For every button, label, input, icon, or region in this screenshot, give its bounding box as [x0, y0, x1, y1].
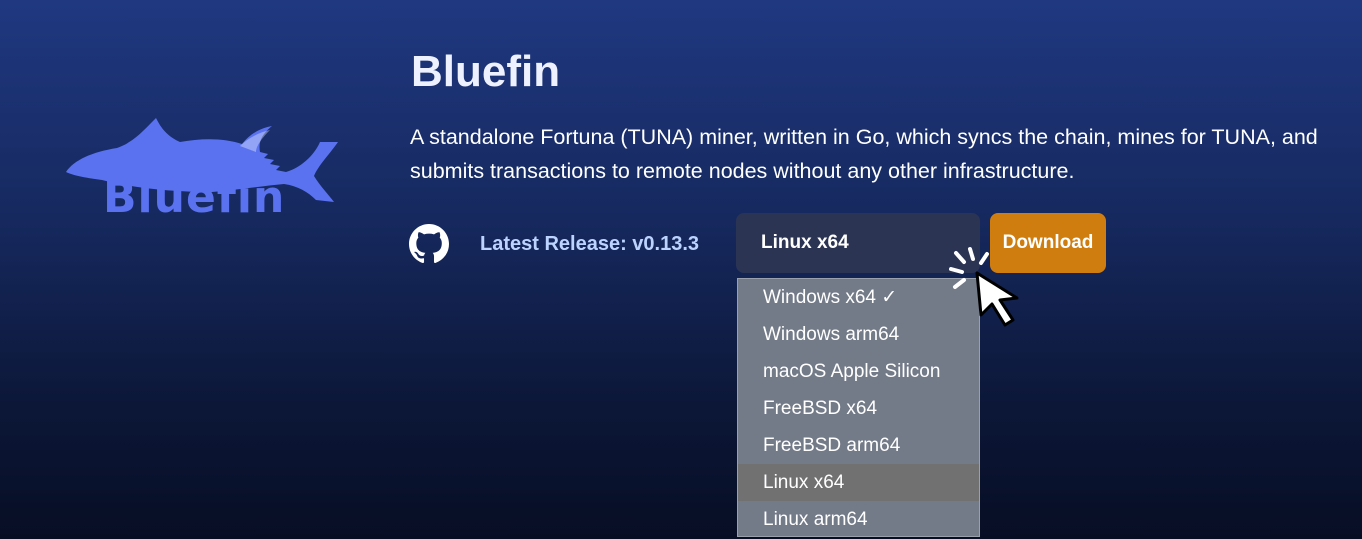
- click-pointer-icon: [945, 243, 1035, 333]
- option-linux-x64[interactable]: Linux x64: [738, 464, 979, 501]
- option-windows-x64[interactable]: Windows x64 ✓: [738, 279, 979, 316]
- option-windows-arm64[interactable]: Windows arm64: [738, 316, 979, 353]
- platform-select[interactable]: Linux x64: [736, 213, 980, 273]
- latest-release-link[interactable]: Latest Release: v0.13.3: [480, 231, 699, 257]
- page-title: Bluefin: [411, 47, 561, 96]
- option-macos-apple-silicon[interactable]: macOS Apple Silicon: [738, 353, 979, 390]
- platform-dropdown-list: Windows x64 ✓ Windows arm64 macOS Apple …: [737, 278, 980, 537]
- logo-wordmark: Bluefin: [103, 172, 286, 223]
- option-linux-arm64[interactable]: Linux arm64: [738, 501, 979, 536]
- option-freebsd-arm64[interactable]: FreeBSD arm64: [738, 427, 979, 464]
- platform-select-value: Linux x64: [761, 232, 849, 253]
- project-description: A standalone Fortuna (TUNA) miner, writt…: [410, 125, 1318, 183]
- github-icon[interactable]: [409, 224, 449, 264]
- option-freebsd-x64[interactable]: FreeBSD x64: [738, 390, 979, 427]
